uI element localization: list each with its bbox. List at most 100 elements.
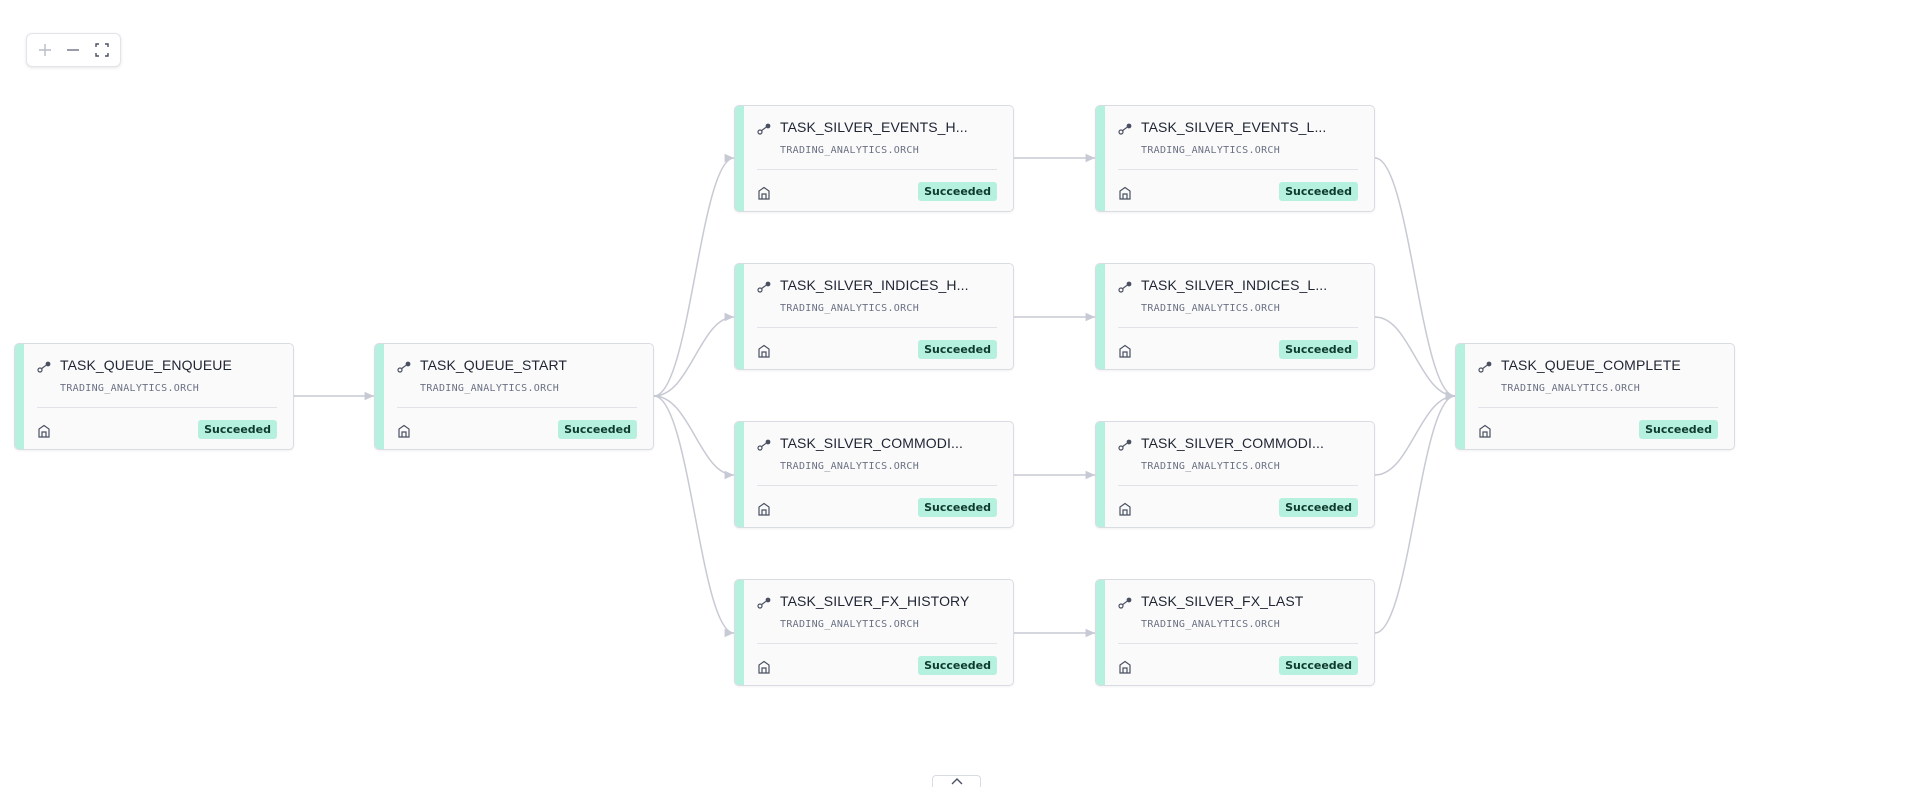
node-schema: TRADING_ANALYTICS.ORCH [1141, 619, 1281, 630]
node-accent-bar [735, 580, 744, 685]
node-divider [757, 485, 997, 486]
status-badge: Succeeded [558, 420, 637, 439]
node-title: TASK_SILVER_COMMODI... [780, 435, 963, 451]
task-node-silver-events-history[interactable]: TASK_SILVER_EVENTS_H... TRADING_ANALYTIC… [734, 105, 1014, 212]
status-badge: Succeeded [1279, 340, 1358, 359]
node-accent-bar [735, 264, 744, 369]
node-accent-bar [1096, 106, 1105, 211]
fit-view-button[interactable] [90, 38, 114, 62]
node-divider [1118, 485, 1358, 486]
database-icon [38, 424, 50, 438]
node-schema: TRADING_ANALYTICS.ORCH [1141, 461, 1281, 472]
edge-start-indices-h [653, 312, 735, 397]
status-badge: Succeeded [1639, 420, 1718, 439]
edge-fx-last-complete [1374, 391, 1456, 634]
task-node-silver-indices-history[interactable]: TASK_SILVER_INDICES_H... TRADING_ANALYTI… [734, 263, 1014, 370]
database-icon [758, 660, 770, 674]
dag-canvas[interactable]: TASK_QUEUE_ENQUEUE TRADING_ANALYTICS.ORC… [0, 0, 1912, 787]
task-icon [757, 439, 771, 451]
edge-events-l-complete [1374, 157, 1456, 401]
task-node-queue-complete[interactable]: TASK_QUEUE_COMPLETE TRADING_ANALYTICS.OR… [1455, 343, 1735, 450]
edge-commodities-l-complete [1374, 391, 1456, 476]
status-badge: Succeeded [1279, 656, 1358, 675]
task-node-silver-commodities-last[interactable]: TASK_SILVER_COMMODI... TRADING_ANALYTICS… [1095, 421, 1375, 528]
task-node-silver-events-last[interactable]: TASK_SILVER_EVENTS_L... TRADING_ANALYTIC… [1095, 105, 1375, 212]
database-icon [758, 344, 770, 358]
node-accent-bar [1456, 344, 1465, 449]
node-divider [37, 407, 277, 408]
node-divider [757, 327, 997, 328]
node-schema: TRADING_ANALYTICS.ORCH [420, 383, 560, 394]
status-badge: Succeeded [918, 656, 997, 675]
chevron-up-icon [951, 778, 962, 785]
node-divider [757, 643, 997, 644]
status-badge: Succeeded [1279, 182, 1358, 201]
node-divider [397, 407, 637, 408]
node-schema: TRADING_ANALYTICS.ORCH [60, 383, 200, 394]
task-icon [1478, 361, 1492, 373]
minus-icon [67, 49, 80, 51]
node-accent-bar [1096, 580, 1105, 685]
task-icon [757, 597, 771, 609]
node-title: TASK_SILVER_EVENTS_L... [1141, 119, 1327, 135]
database-icon [1119, 344, 1131, 358]
node-accent-bar [15, 344, 24, 449]
database-icon [1479, 424, 1491, 438]
node-accent-bar [375, 344, 384, 449]
database-icon [1119, 660, 1131, 674]
node-divider [1118, 169, 1358, 170]
node-schema: TRADING_ANALYTICS.ORCH [780, 461, 920, 472]
database-icon [1119, 502, 1131, 516]
node-title: TASK_SILVER_FX_HISTORY [780, 593, 970, 609]
zoom-controls [26, 33, 121, 67]
node-title: TASK_QUEUE_START [420, 357, 568, 373]
edge-start-fx-history [653, 395, 735, 638]
node-title: TASK_QUEUE_ENQUEUE [60, 357, 232, 373]
node-accent-bar [735, 422, 744, 527]
edge-indices-l-complete [1374, 316, 1456, 401]
task-node-silver-indices-last[interactable]: TASK_SILVER_INDICES_L... TRADING_ANALYTI… [1095, 263, 1375, 370]
node-title: TASK_SILVER_INDICES_L... [1141, 277, 1328, 293]
node-accent-bar [1096, 264, 1105, 369]
database-icon [398, 424, 410, 438]
zoom-in-button[interactable] [33, 38, 57, 62]
node-title: TASK_SILVER_INDICES_H... [780, 277, 969, 293]
task-node-queue-start[interactable]: TASK_QUEUE_START TRADING_ANALYTICS.ORCH … [374, 343, 654, 450]
task-node-silver-commodities-history[interactable]: TASK_SILVER_COMMODI... TRADING_ANALYTICS… [734, 421, 1014, 528]
task-icon [1118, 123, 1132, 135]
node-title: TASK_SILVER_COMMODI... [1141, 435, 1324, 451]
status-badge: Succeeded [198, 420, 277, 439]
edge-start-events-h [653, 153, 735, 397]
task-icon [37, 361, 51, 373]
node-accent-bar [735, 106, 744, 211]
node-title: TASK_SILVER_EVENTS_H... [780, 119, 968, 135]
status-badge: Succeeded [1279, 498, 1358, 517]
task-node-silver-fx-history[interactable]: TASK_SILVER_FX_HISTORY TRADING_ANALYTICS… [734, 579, 1014, 686]
node-schema: TRADING_ANALYTICS.ORCH [1141, 145, 1281, 156]
node-divider [1118, 327, 1358, 328]
node-schema: TRADING_ANALYTICS.ORCH [780, 145, 920, 156]
task-icon [397, 361, 411, 373]
task-icon [757, 123, 771, 135]
status-badge: Succeeded [918, 498, 997, 517]
task-node-silver-fx-last[interactable]: TASK_SILVER_FX_LAST TRADING_ANALYTICS.OR… [1095, 579, 1375, 686]
status-badge: Succeeded [918, 182, 997, 201]
node-title: TASK_SILVER_FX_LAST [1141, 593, 1304, 609]
node-divider [1118, 643, 1358, 644]
node-divider [757, 169, 997, 170]
plus-icon [39, 44, 52, 56]
node-accent-bar [1096, 422, 1105, 527]
node-schema: TRADING_ANALYTICS.ORCH [1141, 303, 1281, 314]
status-badge: Succeeded [918, 340, 997, 359]
node-schema: TRADING_ANALYTICS.ORCH [780, 619, 920, 630]
bottom-panel-toggle[interactable] [932, 775, 981, 787]
task-icon [1118, 281, 1132, 293]
task-icon [1118, 597, 1132, 609]
node-schema: TRADING_ANALYTICS.ORCH [780, 303, 920, 314]
task-icon [1118, 439, 1132, 451]
fit-screen-icon [95, 43, 109, 57]
database-icon [758, 186, 770, 200]
zoom-out-button[interactable] [61, 38, 85, 62]
task-node-queue-enqueue[interactable]: TASK_QUEUE_ENQUEUE TRADING_ANALYTICS.ORC… [14, 343, 294, 450]
database-icon [758, 502, 770, 516]
